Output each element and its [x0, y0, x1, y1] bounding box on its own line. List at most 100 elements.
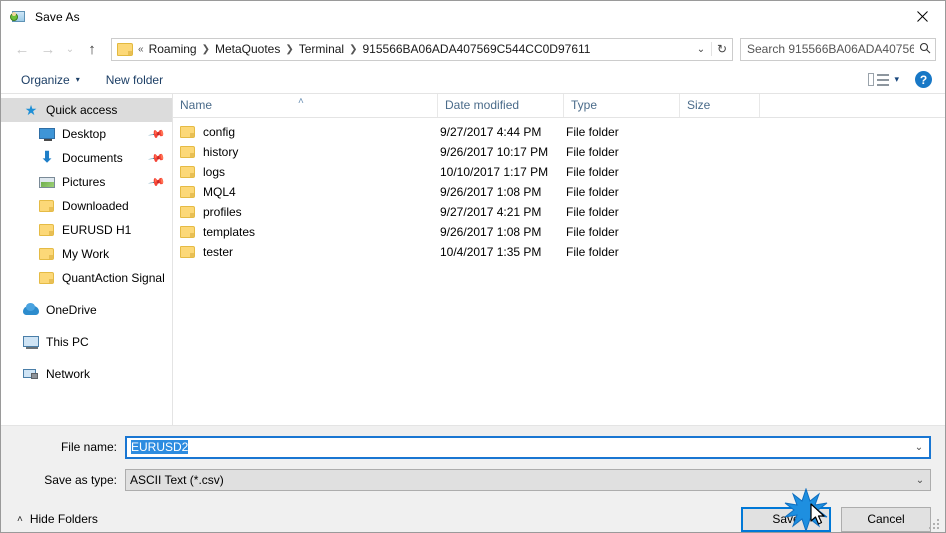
- sidebar-item-label: OneDrive: [46, 303, 97, 317]
- sidebar-item-label: Downloaded: [62, 199, 129, 213]
- column-header-size[interactable]: Size: [680, 94, 760, 117]
- file-list: Name ˄ Date modified Type Size config 9/…: [173, 94, 945, 425]
- sidebar-item-label: My Work: [62, 247, 110, 261]
- sidebar-item-label: QuantAction Signal: [62, 271, 165, 285]
- cancel-button[interactable]: Cancel: [841, 506, 931, 532]
- sidebar-item-network[interactable]: Network: [1, 362, 172, 386]
- file-name-cell[interactable]: history: [173, 145, 438, 159]
- folder-icon: [39, 198, 55, 214]
- up-button[interactable]: ↑: [79, 37, 105, 61]
- table-row[interactable]: profiles 9/27/2017 4:21 PM File folder: [173, 202, 945, 222]
- new-folder-button[interactable]: New folder: [100, 70, 169, 90]
- close-button[interactable]: [899, 1, 945, 31]
- sidebar-item-label: Documents: [62, 151, 123, 165]
- table-row[interactable]: history 9/26/2017 10:17 PM File folder: [173, 142, 945, 162]
- file-name-row: File name: EURUSD2 ⌄: [1, 435, 945, 459]
- file-name-label: history: [203, 145, 239, 159]
- file-name-input[interactable]: EURUSD2 ⌄: [125, 435, 931, 459]
- dialog-body: ★ Quick access Desktop 📌 ⬇ Documents 📌 P…: [1, 94, 945, 426]
- chevron-down-icon[interactable]: ⌄: [909, 442, 929, 453]
- search-input[interactable]: Search 915566BA06ADA40756...: [741, 42, 914, 56]
- pin-icon[interactable]: 📌: [148, 173, 167, 192]
- breadcrumb-item-metaquotes[interactable]: MetaQuotes: [212, 41, 283, 57]
- file-type-cell: File folder: [566, 125, 619, 139]
- breadcrumb: « Roaming ❯ MetaQuotes ❯ Terminal ❯ 9155…: [136, 41, 691, 57]
- folder-icon: [39, 246, 55, 262]
- file-name-label: tester: [203, 245, 234, 259]
- sidebar-item-eurusd-h1[interactable]: EURUSD H1: [1, 218, 172, 242]
- help-icon[interactable]: ?: [915, 71, 932, 88]
- table-row[interactable]: logs 10/10/2017 1:17 PM File folder: [173, 162, 945, 182]
- file-date-cell: 9/27/2017 4:21 PM: [440, 205, 542, 219]
- search-box[interactable]: Search 915566BA06ADA40756...: [740, 37, 936, 61]
- forward-button[interactable]: →: [35, 37, 61, 61]
- view-options-icon[interactable]: [868, 72, 890, 88]
- column-header-type[interactable]: Type: [564, 94, 680, 117]
- file-name-cell[interactable]: config: [173, 125, 438, 139]
- chevron-down-icon[interactable]: ⌄: [910, 475, 930, 486]
- file-type-cell: File folder: [566, 165, 619, 179]
- sidebar-item-label: EURUSD H1: [62, 223, 132, 237]
- hide-folders-label: Hide Folders: [29, 512, 98, 526]
- folder-icon: [180, 166, 195, 178]
- breadcrumb-overflow[interactable]: «: [136, 44, 146, 55]
- pin-icon[interactable]: 📌: [148, 149, 167, 168]
- star-icon: ★: [24, 102, 38, 118]
- computer-icon: [23, 334, 39, 350]
- sidebar-item-onedrive[interactable]: OneDrive: [1, 298, 172, 322]
- back-button[interactable]: ←: [9, 37, 35, 61]
- column-header-name[interactable]: Name ˄: [173, 94, 438, 117]
- file-name-cell[interactable]: tester: [173, 245, 438, 259]
- address-dropdown-icon[interactable]: ⌄: [691, 44, 711, 55]
- organize-button[interactable]: Organize ▾: [15, 70, 86, 90]
- file-name-value[interactable]: EURUSD2: [127, 440, 909, 454]
- file-type-cell: File folder: [566, 185, 619, 199]
- table-row[interactable]: tester 10/4/2017 1:35 PM File folder: [173, 242, 945, 262]
- sidebar-item-quick-access[interactable]: ★ Quick access: [1, 98, 172, 122]
- file-date-cell: 9/26/2017 1:08 PM: [440, 225, 542, 239]
- cloud-icon: [23, 302, 39, 318]
- file-name-label: config: [203, 125, 236, 139]
- pin-icon[interactable]: 📌: [148, 125, 167, 144]
- address-bar[interactable]: « Roaming ❯ MetaQuotes ❯ Terminal ❯ 9155…: [111, 37, 733, 61]
- sidebar-item-this-pc[interactable]: This PC: [1, 330, 172, 354]
- breadcrumb-separator: ❯: [201, 43, 210, 55]
- file-date-cell: 9/26/2017 1:08 PM: [440, 185, 542, 199]
- sidebar-item-my-work[interactable]: My Work: [1, 242, 172, 266]
- navigation-sidebar: ★ Quick access Desktop 📌 ⬇ Documents 📌 P…: [1, 94, 173, 425]
- column-header-date-modified[interactable]: Date modified: [438, 94, 564, 117]
- recent-locations-button[interactable]: ⌄: [61, 37, 79, 61]
- breadcrumb-item-terminal[interactable]: Terminal: [296, 41, 347, 57]
- table-row[interactable]: MQL4 9/26/2017 1:08 PM File folder: [173, 182, 945, 202]
- resize-grip[interactable]: [929, 517, 941, 529]
- sidebar-item-documents[interactable]: ⬇ Documents 📌: [1, 146, 172, 170]
- new-folder-label: New folder: [105, 72, 164, 87]
- refresh-icon[interactable]: ↻: [711, 42, 732, 56]
- window-title: Save As: [35, 9, 80, 24]
- file-name-cell[interactable]: MQL4: [173, 185, 438, 199]
- chevron-up-icon: ˄: [17, 513, 23, 525]
- view-dropdown-icon[interactable]: ▾: [894, 74, 899, 85]
- table-row[interactable]: config 9/27/2017 4:44 PM File folder: [173, 122, 945, 142]
- file-name-cell[interactable]: profiles: [173, 205, 438, 219]
- sidebar-item-downloaded[interactable]: Downloaded: [1, 194, 172, 218]
- column-headers: Name ˄ Date modified Type Size: [173, 94, 945, 118]
- sidebar-item-label: This PC: [46, 335, 89, 349]
- sidebar-item-quantaction-signal[interactable]: QuantAction Signal: [1, 266, 172, 290]
- folder-icon: [180, 146, 195, 158]
- breadcrumb-item-roaming[interactable]: Roaming: [146, 41, 200, 57]
- folder-icon: [39, 222, 55, 238]
- folder-icon: [180, 246, 195, 258]
- file-name-cell[interactable]: logs: [173, 165, 438, 179]
- hide-folders-button[interactable]: ˄ Hide Folders: [11, 512, 98, 526]
- sidebar-item-pictures[interactable]: Pictures 📌: [1, 170, 172, 194]
- folder-icon: [180, 206, 195, 218]
- folder-icon: [180, 226, 195, 238]
- save-button[interactable]: Save: [741, 506, 831, 532]
- file-date-cell: 9/27/2017 4:44 PM: [440, 125, 542, 139]
- breadcrumb-item-guid[interactable]: 915566BA06ADA407569C544CC0D97611: [360, 41, 594, 57]
- sidebar-item-desktop[interactable]: Desktop 📌: [1, 122, 172, 146]
- table-row[interactable]: templates 9/26/2017 1:08 PM File folder: [173, 222, 945, 242]
- save-as-type-select[interactable]: ASCII Text (*.csv) ⌄: [125, 469, 931, 491]
- file-name-cell[interactable]: templates: [173, 225, 438, 239]
